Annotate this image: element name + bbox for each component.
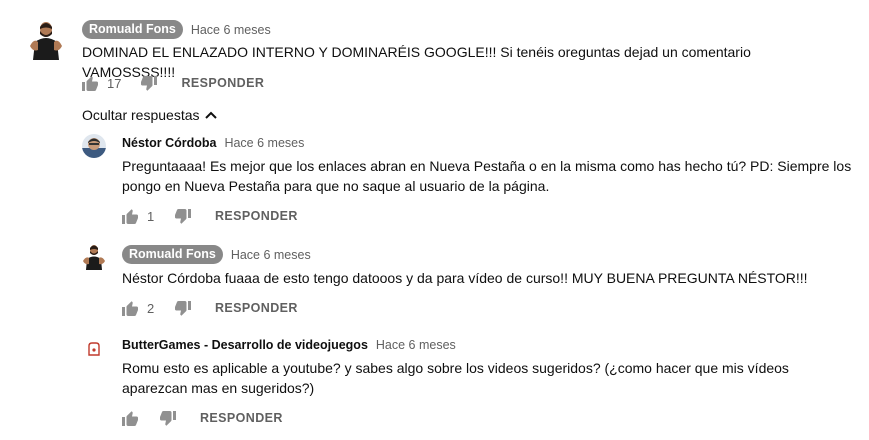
comment-actions: RESPONDER: [122, 408, 283, 428]
comment-time[interactable]: Hace 6 meses: [231, 248, 311, 262]
author-name[interactable]: Romuald Fons: [82, 20, 183, 39]
author-name[interactable]: ButterGames - Desarrollo de videojuegos: [122, 338, 368, 352]
thumb-up-icon[interactable]: [122, 208, 138, 224]
reply-button[interactable]: RESPONDER: [181, 76, 264, 90]
chevron-up-icon: [204, 111, 217, 119]
comment-text: Romu esto es aplicable a youtube? y sabe…: [122, 360, 789, 396]
thumb-down-icon[interactable]: [175, 300, 191, 316]
comment-actions: 17 RESPONDER: [82, 73, 264, 93]
thumb-down-icon[interactable]: [175, 208, 191, 224]
like-count: 17: [107, 75, 122, 91]
avatar[interactable]: [82, 134, 106, 158]
hide-replies-toggle[interactable]: Ocultar respuestas: [82, 107, 217, 123]
thumb-up-icon[interactable]: [82, 75, 98, 91]
comment-header: Néstor Córdoba Hace 6 meses: [122, 136, 304, 150]
reply-button[interactable]: RESPONDER: [215, 301, 298, 315]
comment-time[interactable]: Hace 6 meses: [376, 338, 456, 352]
thumb-up-icon[interactable]: [122, 410, 138, 426]
thumb-up-icon[interactable]: [122, 300, 138, 316]
thumb-down-icon[interactable]: [141, 75, 158, 91]
comment-header: Romuald Fons Hace 6 meses: [82, 20, 271, 39]
hide-replies-label: Ocultar respuestas: [82, 107, 200, 123]
like-count: 2: [147, 300, 155, 316]
comment-header: Romuald Fons Hace 6 meses: [122, 245, 311, 264]
reply-button[interactable]: RESPONDER: [200, 411, 283, 425]
author-name[interactable]: Néstor Córdoba: [122, 136, 216, 150]
comment-text: Preguntaaaa! Es mejor que los enlaces ab…: [122, 158, 852, 194]
comment-text: Néstor Córdoba fuaaa de esto tengo datoo…: [122, 270, 808, 286]
comment-actions: 2 RESPONDER: [122, 298, 298, 318]
comment-time[interactable]: Hace 6 meses: [224, 136, 304, 150]
comment-header: ButterGames - Desarrollo de videojuegos …: [122, 338, 456, 352]
like-count: 1: [147, 208, 155, 224]
avatar[interactable]: [28, 20, 64, 60]
avatar[interactable]: [82, 244, 106, 270]
thumb-down-icon[interactable]: [160, 410, 176, 426]
avatar[interactable]: [82, 337, 106, 361]
comment-actions: 1 RESPONDER: [122, 206, 298, 226]
reply-button[interactable]: RESPONDER: [215, 209, 298, 223]
comment-time[interactable]: Hace 6 meses: [191, 23, 271, 37]
author-name[interactable]: Romuald Fons: [122, 245, 223, 264]
